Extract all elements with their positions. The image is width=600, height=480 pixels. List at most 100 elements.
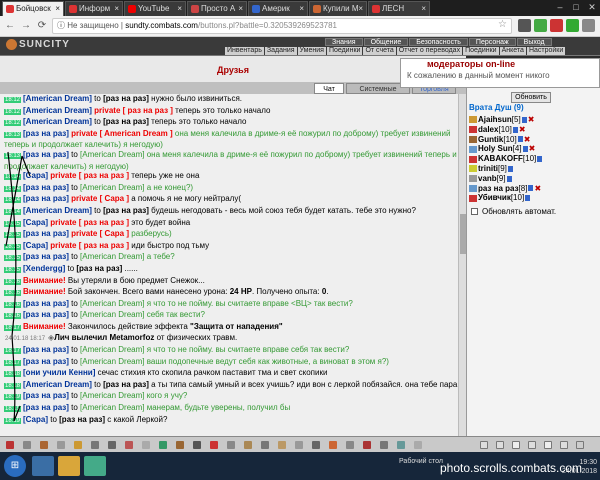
- user-list-item[interactable]: KABAKOFF[10]: [469, 154, 599, 164]
- user-list-item[interactable]: Убивчик[10]: [469, 193, 599, 203]
- chat-nick[interactable]: [раз на раз]: [23, 310, 69, 319]
- attack-icon[interactable]: ✖: [534, 184, 541, 193]
- extension-icon[interactable]: [534, 19, 547, 32]
- toolbar-icon[interactable]: [560, 441, 568, 449]
- chat-nick[interactable]: [раз на раз]: [23, 345, 69, 354]
- chat-nick[interactable]: [раз на раз]: [23, 194, 69, 203]
- chat-nick[interactable]: [Сара]: [23, 218, 48, 227]
- chat-nick[interactable]: [раз на раз]: [23, 183, 69, 192]
- chat-nick[interactable]: [раз на раз]: [23, 357, 69, 366]
- chat-nick[interactable]: [раз на раз]: [23, 229, 69, 238]
- chat-nick[interactable]: [Xendergg]: [23, 264, 65, 273]
- chat-nick[interactable]: [раз на раз]: [23, 391, 69, 400]
- chat-nick[interactable]: [они учили Кенни]: [23, 368, 95, 377]
- browser-tab[interactable]: ЛЕСН ×: [368, 1, 430, 16]
- sub-menu-item[interactable]: Поединки: [326, 47, 363, 55]
- sub-menu-item[interactable]: Анкета: [499, 47, 526, 55]
- target-nick[interactable]: [American Dream]: [80, 150, 144, 159]
- toolbar-icon[interactable]: [40, 441, 48, 449]
- browser-tab[interactable]: Америк ×: [248, 1, 308, 16]
- toolbar-icon[interactable]: [125, 441, 133, 449]
- browser-tab[interactable]: YouTube ×: [124, 1, 186, 16]
- chat-tab[interactable]: Чат: [314, 83, 344, 94]
- user-name[interactable]: Ajaihsun: [478, 115, 512, 124]
- refresh-button[interactable]: Обновить: [511, 92, 551, 103]
- user-name[interactable]: Holy Sun: [478, 144, 513, 153]
- user-info-icon[interactable]: [525, 195, 531, 202]
- user-name[interactable]: раз на раз: [478, 184, 519, 193]
- toolbar-icon[interactable]: [528, 441, 536, 449]
- sub-menu-item[interactable]: Умения: [297, 47, 326, 55]
- user-list-item[interactable]: Ajaihsun[5] ✖: [469, 115, 599, 125]
- sub-menu-item[interactable]: Инвентарь: [225, 47, 264, 55]
- target-nick[interactable]: [American Dream]: [80, 252, 144, 261]
- toolbar-icon[interactable]: [261, 441, 269, 449]
- browser-tab[interactable]: Просто А ×: [187, 1, 247, 16]
- tab-close-icon[interactable]: ×: [55, 2, 60, 15]
- tab-close-icon[interactable]: ×: [421, 2, 426, 15]
- chrome-icon[interactable]: [84, 456, 106, 476]
- user-info-icon[interactable]: [521, 116, 527, 123]
- user-list-item[interactable]: vanb[9]: [469, 174, 599, 184]
- toolbar-icon[interactable]: [496, 441, 504, 449]
- target-nick[interactable]: [American Dream]: [80, 345, 144, 354]
- maximize-icon[interactable]: □: [568, 0, 584, 16]
- tab-close-icon[interactable]: ×: [177, 2, 182, 15]
- toolbar-icon[interactable]: [142, 441, 150, 449]
- extension-icon[interactable]: [566, 19, 579, 32]
- chat-nick[interactable]: [раз на раз]: [23, 299, 69, 308]
- chat-nick[interactable]: [Сара]: [23, 415, 48, 424]
- target-nick[interactable]: [American Dream]: [80, 357, 144, 366]
- user-list-item[interactable]: Holy Sun[4] ✖: [469, 144, 599, 154]
- chat-nick[interactable]: [раз на раз]: [23, 129, 69, 138]
- user-name[interactable]: Убивчик: [478, 193, 511, 202]
- bookmark-star-icon[interactable]: ☆: [498, 19, 507, 30]
- forward-icon[interactable]: →: [18, 18, 34, 34]
- user-list-item[interactable]: раз на раз[8] ✖: [469, 184, 599, 194]
- chat-nick[interactable]: [Сара]: [23, 171, 48, 180]
- user-info-icon[interactable]: [517, 136, 523, 143]
- user-info-icon[interactable]: [522, 146, 528, 153]
- chat-nick[interactable]: [Сара]: [23, 241, 48, 250]
- chat-scrollbar[interactable]: [458, 94, 466, 436]
- tab-close-icon[interactable]: ×: [114, 2, 119, 15]
- toolbar-icon[interactable]: [91, 441, 99, 449]
- toolbar-icon[interactable]: [193, 441, 201, 449]
- browser-tab[interactable]: Купили М ×: [309, 1, 367, 16]
- toolbar-icon[interactable]: [74, 441, 82, 449]
- start-button[interactable]: ⊞: [4, 455, 26, 477]
- target-nick[interactable]: [American Dream]: [80, 310, 144, 319]
- attack-icon[interactable]: ✖: [519, 125, 526, 134]
- minimize-icon[interactable]: –: [552, 0, 568, 16]
- user-info-icon[interactable]: [506, 175, 512, 182]
- close-icon[interactable]: ✕: [584, 0, 600, 16]
- chat-nick[interactable]: [American Dream]: [23, 106, 92, 115]
- toolbar-icon[interactable]: [512, 441, 520, 449]
- target-nick[interactable]: [American Dream]: [80, 183, 144, 192]
- chat-nick[interactable]: [раз на раз]: [23, 150, 69, 159]
- user-info-icon[interactable]: [507, 165, 513, 172]
- top-menu-item[interactable]: Знания: [325, 38, 363, 46]
- top-menu-item[interactable]: Персонаж: [468, 38, 516, 46]
- attack-icon[interactable]: ✖: [528, 115, 535, 124]
- taskbar-item[interactable]: Рабочий стол: [399, 458, 443, 465]
- toolbar-icon[interactable]: [576, 441, 584, 449]
- toolbar-icon[interactable]: [210, 441, 218, 449]
- user-info-icon[interactable]: [528, 185, 534, 192]
- user-name[interactable]: triniti: [478, 164, 498, 173]
- toolbar-icon[interactable]: [544, 441, 552, 449]
- sub-menu-item[interactable]: Поединки: [463, 47, 499, 55]
- chat-nick[interactable]: [раз на раз]: [23, 252, 69, 261]
- toolbar-icon[interactable]: [278, 441, 286, 449]
- folder-icon[interactable]: [58, 456, 80, 476]
- toolbar-icon[interactable]: [295, 441, 303, 449]
- tab-close-icon[interactable]: ×: [238, 2, 243, 15]
- tab-close-icon[interactable]: ×: [299, 2, 304, 15]
- toolbar-icon[interactable]: [380, 441, 388, 449]
- toolbar-icon[interactable]: [312, 441, 320, 449]
- user-info-icon[interactable]: [512, 126, 518, 133]
- top-menu-item[interactable]: Общение: [363, 38, 409, 46]
- toolbar-icon[interactable]: [227, 441, 235, 449]
- target-nick[interactable]: [American Dream]: [80, 299, 144, 308]
- user-name[interactable]: dalex: [478, 125, 498, 134]
